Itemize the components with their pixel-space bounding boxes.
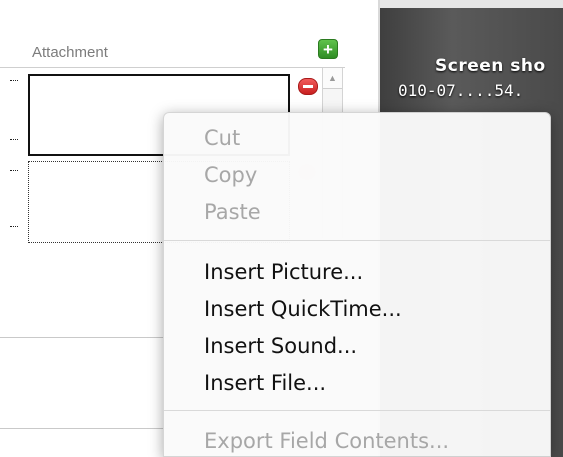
preview-subtitle: 010-07....54. bbox=[398, 81, 524, 100]
menu-separator bbox=[164, 410, 550, 411]
menu-item-insert-quicktime[interactable]: Insert QuickTime... bbox=[204, 296, 402, 322]
menu-item-insert-sound[interactable]: Insert Sound... bbox=[204, 333, 357, 359]
add-attachment-button[interactable]: + bbox=[318, 39, 338, 59]
menu-item-insert-file[interactable]: Insert File... bbox=[204, 370, 326, 396]
remove-row-button[interactable] bbox=[298, 78, 318, 95]
field-divider bbox=[0, 428, 170, 429]
row-marker bbox=[10, 226, 18, 228]
scroll-up-arrow-icon[interactable]: ▲ bbox=[323, 68, 342, 89]
header-divider bbox=[0, 67, 345, 68]
row-marker bbox=[10, 139, 18, 141]
menu-item-export-field-contents[interactable]: Export Field Contents... bbox=[204, 428, 449, 454]
preview-top-edge bbox=[378, 0, 563, 8]
field-divider bbox=[0, 337, 170, 338]
row-marker bbox=[10, 80, 18, 82]
menu-item-copy[interactable]: Copy bbox=[204, 162, 257, 188]
context-menu: Cut Copy Paste Insert Picture... Insert … bbox=[163, 112, 551, 457]
menu-item-paste[interactable]: Paste bbox=[204, 199, 261, 225]
menu-item-insert-picture[interactable]: Insert Picture... bbox=[204, 259, 363, 285]
row-marker bbox=[10, 170, 18, 172]
preview-title: Screen sho bbox=[435, 56, 546, 76]
menu-separator bbox=[164, 240, 550, 241]
attachment-label: Attachment bbox=[32, 44, 108, 61]
menu-item-cut[interactable]: Cut bbox=[204, 125, 240, 151]
